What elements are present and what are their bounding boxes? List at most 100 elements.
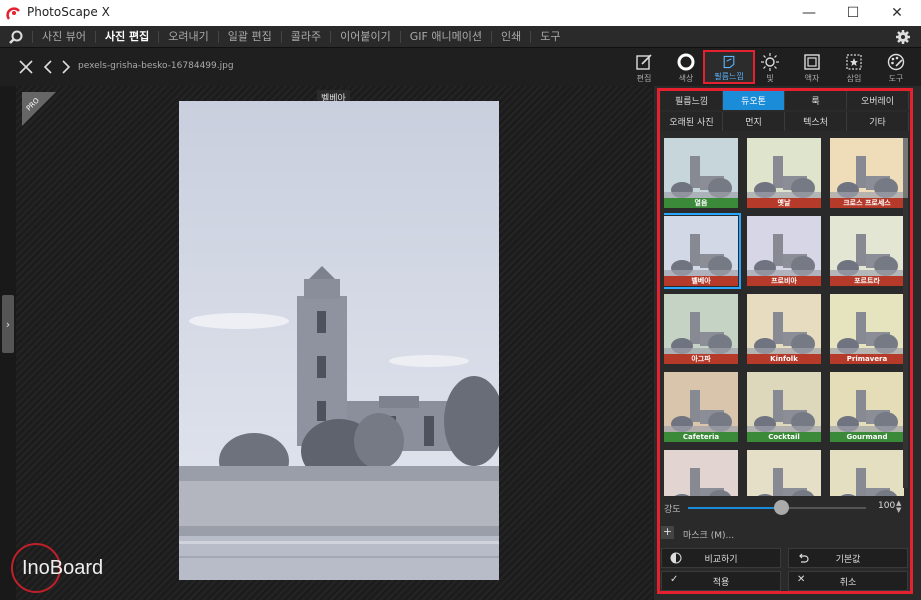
filter-thumbnail[interactable]: 프로비아	[747, 216, 821, 286]
filter-thumbnail[interactable]: Cocktail	[747, 372, 821, 442]
filter-thumbnail-grid: 열음 옛날 크로스 프로세스벨베아 프로비아 포르트라아그파 Kinfolk Primave…	[664, 138, 904, 496]
cancel-button[interactable]: ✕ 취소	[788, 571, 908, 591]
thumbnail-label: 포르트라	[830, 276, 904, 286]
undo-icon	[799, 553, 809, 563]
thumbnail-label: 벨베아	[664, 276, 738, 286]
frame-icon	[804, 54, 820, 70]
strength-slider-knob[interactable]	[774, 500, 789, 515]
menu-item-tools[interactable]: 도구	[530, 31, 569, 43]
filter-thumbnail[interactable]: Kinfolk	[747, 294, 821, 364]
menu-item-combine[interactable]: 이어붙이기	[330, 31, 400, 43]
tab-other[interactable]: 기타	[847, 112, 909, 131]
thumbnail-label: 열음	[664, 198, 738, 208]
menu-item-viewer[interactable]: 사진 뷰어	[32, 31, 95, 43]
mask-label: 마스크 (M)...	[683, 531, 735, 541]
filter-thumbnail[interactable]: Gourmand	[830, 372, 904, 442]
tab-look[interactable]: 룩	[785, 91, 847, 110]
filter-thumbnail[interactable]: 벨베아	[664, 213, 741, 289]
thumbnail-image	[747, 450, 821, 496]
insert-icon	[846, 54, 862, 70]
filter-thumbnail[interactable]	[830, 450, 904, 496]
strength-control: 강도 100 ▲ ▼	[664, 499, 908, 515]
previous-icon[interactable]	[40, 59, 56, 75]
filter-thumbnail[interactable]: Cafeteria	[664, 372, 738, 442]
pro-badge: PRO	[22, 92, 56, 126]
tool-color[interactable]: 색상	[667, 50, 705, 84]
tab-row-2: 오래된 사진 먼지 텍스처 기타	[661, 112, 909, 131]
tool-light[interactable]: 빛	[751, 50, 789, 84]
tool-insert[interactable]: 삽입	[835, 50, 873, 84]
close-file-icon[interactable]	[18, 59, 34, 75]
minimize-button[interactable]: —	[787, 0, 831, 26]
tab-texture[interactable]: 텍스처	[785, 112, 847, 131]
menu-item-collage[interactable]: 콜라주	[280, 31, 330, 43]
light-icon	[761, 53, 779, 71]
strength-value[interactable]: 100	[878, 501, 895, 511]
tool-tools[interactable]: 도구	[877, 50, 915, 84]
filter-thumbnail[interactable]	[747, 450, 821, 496]
tab-dust[interactable]: 먼지	[723, 112, 785, 131]
edit-icon	[636, 54, 652, 70]
svg-text:InoBoard: InoBoard	[22, 557, 103, 579]
photoscape-logo-icon	[6, 7, 20, 20]
apply-button[interactable]: ✓ 적용	[661, 571, 781, 591]
mask-row[interactable]: + 마스크 (M)...	[661, 524, 811, 542]
thumbnail-scroll-thumb[interactable]	[903, 138, 908, 198]
compare-icon	[670, 552, 682, 564]
close-button[interactable]: ✕	[875, 0, 919, 26]
menu-item-batch[interactable]: 일괄 편집	[217, 31, 281, 43]
menu-bar: 사진 뷰어 사진 편집 오려내기 일괄 편집 콜라주 이어붙이기 GIF 애니메…	[0, 26, 921, 48]
reset-button[interactable]: 기본값	[788, 548, 908, 568]
menu-item-cutout[interactable]: 오려내기	[158, 31, 217, 43]
thumbnail-label: 옛날	[747, 198, 821, 208]
editor-toolbar: pexels-grisha-besko-16784499.jpg 편집 색상 필…	[0, 48, 921, 86]
compare-button[interactable]: 비교하기	[661, 548, 781, 568]
menu-item-gif[interactable]: GIF 애니메이션	[399, 31, 491, 43]
file-name: pexels-grisha-besko-16784499.jpg	[78, 61, 234, 71]
search-icon[interactable]	[8, 29, 24, 45]
tab-duotone[interactable]: 듀오톤	[723, 91, 785, 110]
expand-left-panel-button[interactable]: ›	[2, 295, 14, 353]
main-menu: 사진 뷰어 사진 편집 오려내기 일괄 편집 콜라주 이어붙이기 GIF 애니메…	[32, 26, 569, 48]
palette-icon	[887, 53, 905, 71]
app-title: PhotoScape X	[27, 5, 110, 19]
color-icon	[677, 53, 695, 71]
menu-item-print[interactable]: 인쇄	[490, 31, 530, 43]
filter-thumbnail[interactable]	[664, 450, 738, 496]
thumbnail-label: 프로비아	[747, 276, 821, 286]
filter-thumbnail[interactable]: 열음	[664, 138, 738, 208]
tab-film[interactable]: 필름느낌	[661, 91, 723, 110]
strength-spinner-icon[interactable]: ▲ ▼	[896, 500, 901, 514]
filter-thumbnail[interactable]: 크로스 프로세스	[830, 138, 904, 208]
tab-overlay[interactable]: 오버레이	[847, 91, 909, 110]
menu-item-editor[interactable]: 사진 편집	[94, 31, 158, 43]
close-icon: ✕	[797, 574, 806, 585]
checkmark-icon: ✓	[670, 574, 679, 585]
tab-old-photo[interactable]: 오래된 사진	[661, 112, 723, 131]
edited-photo	[179, 101, 499, 580]
thumbnail-label: Primavera	[830, 354, 904, 364]
add-mask-icon[interactable]: +	[661, 526, 674, 539]
filter-thumbnail[interactable]: 옛날	[747, 138, 821, 208]
tool-frame[interactable]: 액자	[793, 50, 831, 84]
tab-row-1: 필름느낌 듀오톤 룩 오버레이	[661, 91, 909, 110]
next-icon[interactable]	[58, 59, 74, 75]
thumbnail-label: Cocktail	[747, 432, 821, 442]
title-bar: PhotoScape X — ☐ ✕	[0, 0, 921, 26]
strength-label: 강도	[664, 505, 681, 515]
strength-slider-fill	[688, 507, 780, 509]
gear-icon[interactable]	[895, 29, 911, 45]
thumbnail-label: 크로스 프로세스	[830, 198, 904, 208]
tool-film[interactable]: 필름느낌	[703, 50, 755, 84]
thumbnail-image	[830, 450, 904, 496]
film-icon	[723, 55, 735, 69]
filter-thumbnail[interactable]: 아그파	[664, 294, 738, 364]
maximize-button[interactable]: ☐	[831, 0, 875, 26]
inoboard-watermark: InoBoard	[11, 543, 103, 593]
filter-thumbnail[interactable]: Primavera	[830, 294, 904, 364]
thumbnail-image	[664, 450, 738, 496]
thumbnail-label: Kinfolk	[747, 354, 821, 364]
filter-thumbnail[interactable]: 포르트라	[830, 216, 904, 286]
tool-edit[interactable]: 편집	[625, 50, 663, 84]
thumbnail-label: Cafeteria	[664, 432, 738, 442]
